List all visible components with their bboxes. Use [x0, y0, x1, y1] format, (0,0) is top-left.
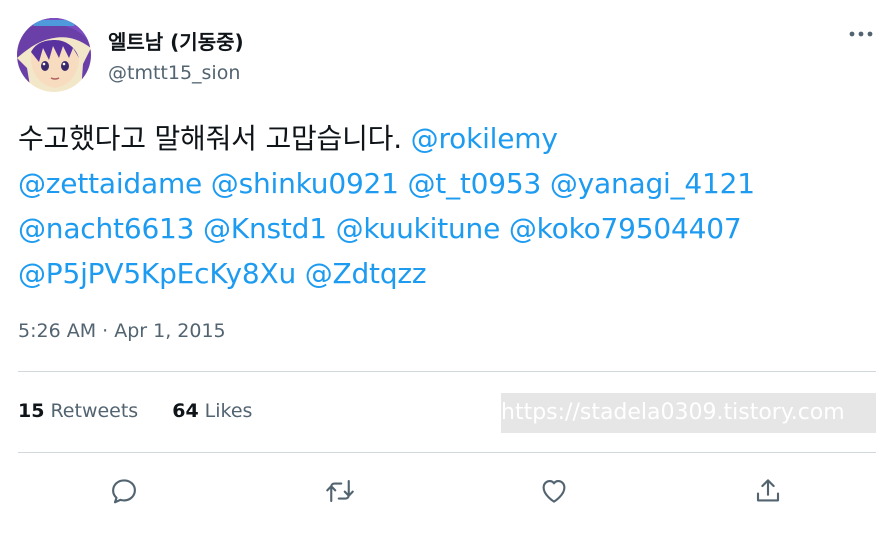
mention-link[interactable]: @shinku0921 [211, 167, 399, 200]
watermark: https://stadela0309.tistory.com [501, 393, 876, 433]
avatar[interactable] [17, 18, 91, 92]
likes-stat[interactable]: 64 Likes [172, 400, 252, 422]
share-icon [756, 479, 780, 502]
avatar-image [17, 18, 91, 92]
user-handle[interactable]: @tmtt15_sion [108, 62, 240, 84]
more-options-button[interactable] [844, 22, 878, 46]
divider [18, 371, 876, 372]
share-button[interactable] [751, 474, 785, 508]
display-name[interactable]: 엘트남 (기동중) [108, 26, 244, 55]
likes-count: 64 [172, 400, 199, 422]
retweet-icon [326, 479, 354, 503]
mention-link[interactable]: @Zdtqzz [305, 257, 427, 290]
mention-link[interactable]: @nacht6613 [18, 212, 194, 245]
tweet-stats: 15 Retweets 64 Likes [18, 400, 252, 422]
divider [18, 452, 876, 453]
reply-button[interactable] [107, 474, 141, 508]
more-icon [849, 31, 873, 37]
mention-link[interactable]: @t_t0953 [408, 167, 542, 200]
mention-link[interactable]: @koko79504407 [509, 212, 742, 245]
retweets-label: Retweets [50, 400, 139, 422]
mention-link[interactable]: @kuukitune [336, 212, 501, 245]
mention-link[interactable]: @rokilemy [411, 122, 558, 155]
mention-link[interactable]: @zettaidame [18, 167, 202, 200]
tweet-text-body: 수고했다고 말해줘서 고맙습니다. [18, 122, 402, 155]
likes-label: Likes [204, 400, 253, 422]
tweet-text: 수고했다고 말해줘서 고맙습니다. @rokilemy @zettaidame @… [18, 116, 878, 296]
heart-icon [542, 479, 566, 503]
tweet-timestamp[interactable]: 5:26 AM · Apr 1, 2015 [18, 320, 226, 342]
mention-link[interactable]: @yanagi_4121 [550, 167, 755, 200]
retweets-stat[interactable]: 15 Retweets [18, 400, 138, 422]
mention-link[interactable]: @Knstd1 [203, 212, 327, 245]
reply-icon [112, 479, 136, 504]
retweet-button[interactable] [323, 474, 357, 508]
mention-link[interactable]: @P5jPV5KpEcKy8Xu [18, 257, 296, 290]
retweets-count: 15 [18, 400, 45, 422]
like-button[interactable] [537, 474, 571, 508]
